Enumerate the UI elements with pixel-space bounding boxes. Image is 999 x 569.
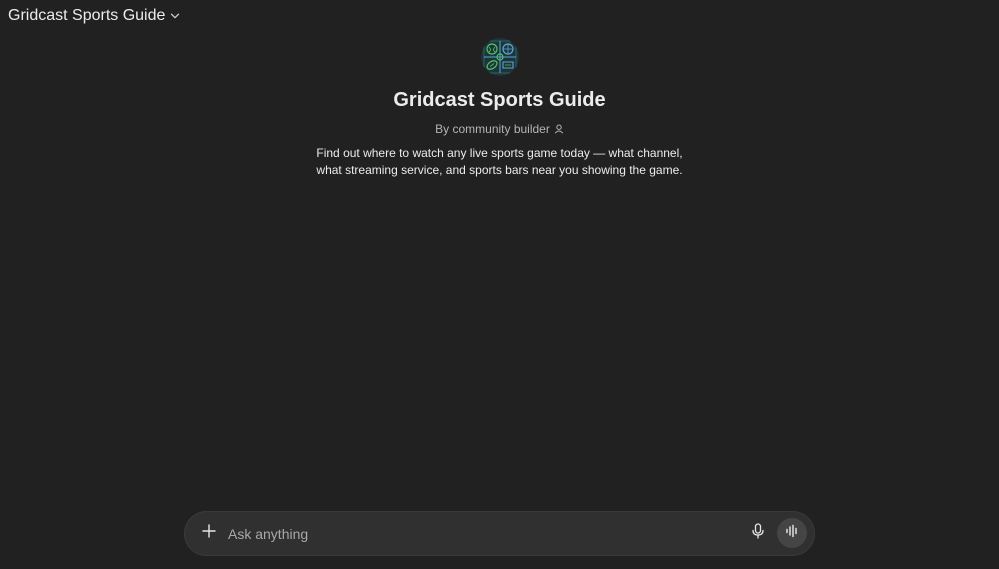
gpt-selector-label: Gridcast Sports Guide: [8, 7, 166, 24]
voice-waveform-icon: [785, 524, 799, 543]
microphone-icon: [751, 522, 765, 544]
chat-page: Gridcast Sports Guide Gridcast Sports Gu…: [0, 0, 999, 569]
prompt-input[interactable]: [228, 524, 728, 544]
gpt-description: Find out where to watch any live sports …: [316, 146, 683, 177]
gpt-intro: Gridcast Sports Guide By community build…: [0, 38, 999, 179]
chevron-down-icon: [170, 11, 180, 21]
person-icon: [554, 124, 564, 134]
plus-icon: [202, 523, 216, 543]
voice-mode-button[interactable]: [777, 518, 807, 548]
dictate-button[interactable]: [748, 522, 768, 544]
attach-button[interactable]: [199, 523, 219, 543]
prompt-composer: [184, 511, 815, 556]
byline-text: By community builder: [435, 122, 550, 136]
sports-grid-logo: [480, 38, 519, 76]
gpt-byline[interactable]: By community builder: [435, 121, 564, 137]
gpt-title: Gridcast Sports Guide: [393, 89, 606, 111]
gpt-selector[interactable]: Gridcast Sports Guide: [8, 6, 180, 26]
